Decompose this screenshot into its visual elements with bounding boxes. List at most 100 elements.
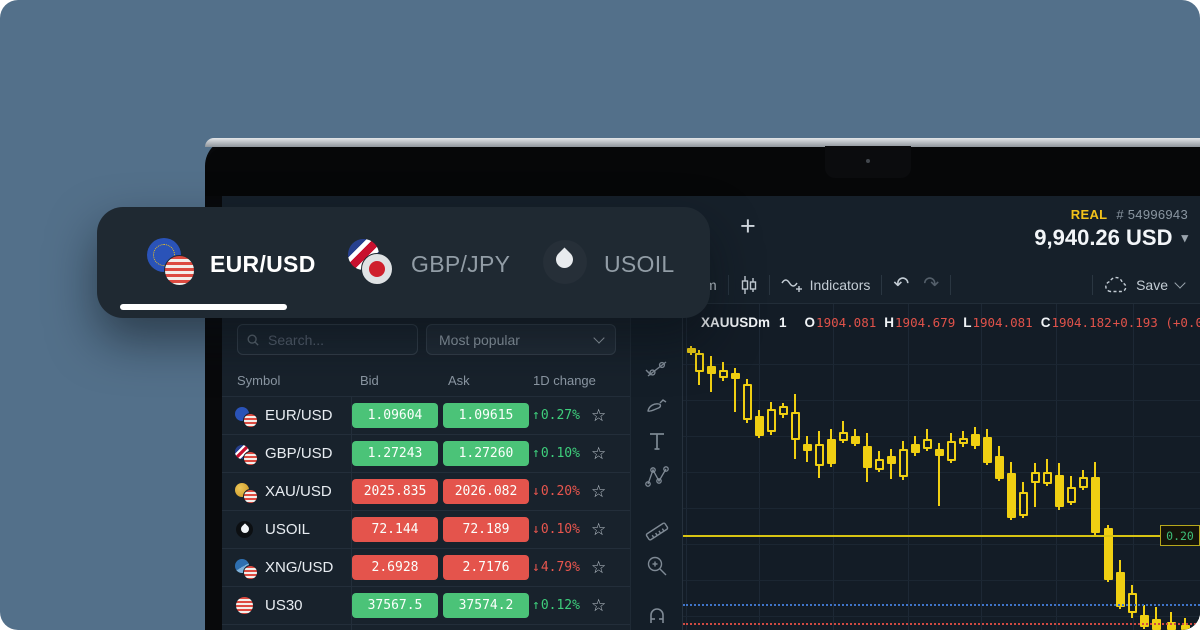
- candle-wick: [710, 356, 712, 392]
- add-chart-tab-button[interactable]: +: [734, 212, 762, 241]
- ask-price-button[interactable]: 1.27260: [443, 441, 529, 466]
- save-layout-button[interactable]: Save: [1104, 276, 1184, 293]
- watchlist-row-xng-usd[interactable]: XNG/USD 2.6928 2.7176 ↓4.79% ☆: [222, 548, 630, 586]
- candle: [887, 456, 896, 464]
- indicators-button[interactable]: Indicators: [781, 276, 871, 294]
- camera-notch: [825, 146, 911, 178]
- chart-type-candles-button[interactable]: [740, 275, 758, 295]
- candle: [815, 444, 824, 466]
- symbol-name: XAU/USD: [265, 483, 332, 500]
- ask-price-button[interactable]: 37574.2: [443, 593, 529, 618]
- account-selector[interactable]: REAL # 54996943 9,940.26 USD ▾: [1034, 207, 1188, 251]
- candle: [923, 439, 932, 449]
- candlestick-icon: [740, 275, 758, 295]
- symbol-name: XNG/USD: [265, 559, 333, 576]
- toolbar-divider: [769, 275, 770, 295]
- gridline: [683, 472, 1200, 473]
- daily-change: ↑0.10%: [532, 435, 580, 472]
- low-value: 1904.081: [972, 315, 1032, 330]
- candle: [827, 439, 836, 464]
- bid-price-button[interactable]: 72.144: [352, 517, 438, 542]
- candle: [767, 409, 776, 432]
- candle: [1019, 492, 1028, 516]
- favorite-star-icon[interactable]: ☆: [591, 435, 606, 472]
- symbol-name: US30: [265, 597, 303, 614]
- pattern-tool[interactable]: [644, 463, 670, 489]
- symbol-name: GBP/USD: [265, 445, 333, 462]
- bid-price-button[interactable]: 2025.835: [352, 479, 438, 504]
- ask-price-button[interactable]: 1.09615: [443, 403, 529, 428]
- redo-button[interactable]: ↷: [923, 273, 939, 296]
- candle: [1031, 472, 1040, 483]
- watchlist-row-us30[interactable]: US30 37567.5 37574.2 ↑0.12% ☆: [222, 586, 630, 624]
- candle: [743, 384, 752, 420]
- watchlist-row-usoil[interactable]: USOIL 72.144 72.189 ↓0.10% ☆: [222, 510, 630, 548]
- candle: [947, 441, 956, 461]
- ask-price-button[interactable]: 2.7176: [443, 555, 529, 580]
- candlestick-chart[interactable]: XAUUSDm1O1904.081H1904.679L1904.081C1904…: [682, 304, 1200, 630]
- search-input[interactable]: [266, 331, 408, 349]
- gridline: [981, 304, 982, 630]
- chevron-down-icon: [1174, 277, 1185, 288]
- favorite-star-icon[interactable]: ☆: [591, 511, 606, 548]
- indicator-wave-icon: [781, 276, 803, 294]
- watchlist-row-eur-usd[interactable]: EUR/USD 1.09604 1.09615 ↑0.27% ☆: [222, 396, 630, 434]
- toolbar-divider: [1092, 275, 1093, 295]
- watchlist-panel: Most popular Symbol Bid Ask 1D change EU…: [222, 304, 630, 630]
- filter-selected-value: Most popular: [439, 332, 520, 348]
- chart-symbol: XAUUSDm: [701, 315, 770, 330]
- symbol-name: USOIL: [265, 521, 310, 538]
- ask-price-button[interactable]: 2026.082: [443, 479, 529, 504]
- favorite-star-icon[interactable]: ☆: [591, 473, 606, 510]
- bid-price-button[interactable]: 1.27243: [352, 441, 438, 466]
- watchlist-row-gbp-usd[interactable]: GBP/USD 1.27243 1.27260 ↑0.10% ☆: [222, 434, 630, 472]
- yellow-level-line[interactable]: [683, 535, 1200, 537]
- watchlist-row-xau-usd[interactable]: XAU/USD 2025.835 2026.082 ↓0.20% ☆: [222, 472, 630, 510]
- category-filter-dropdown[interactable]: Most popular: [426, 324, 616, 355]
- watchlist-row[interactable]: [222, 624, 630, 630]
- bid-price-button[interactable]: 2.6928: [352, 555, 438, 580]
- candle: [1116, 572, 1125, 607]
- laptop-bezel: [205, 147, 1200, 196]
- favorite-star-icon[interactable]: ☆: [591, 587, 606, 624]
- candle: [875, 459, 884, 470]
- chevron-down-icon: [593, 332, 604, 343]
- gridline: [1133, 304, 1134, 630]
- gridline: [1056, 304, 1057, 630]
- account-number: # 54996943: [1116, 207, 1188, 222]
- column-ask: Ask: [448, 373, 470, 388]
- favorite-star-icon[interactable]: ☆: [591, 549, 606, 586]
- bid-price-button[interactable]: 37567.5: [352, 593, 438, 618]
- gridline: [683, 364, 1200, 365]
- daily-change: ↓4.79%: [532, 549, 580, 586]
- candle: [935, 449, 944, 456]
- candle: [731, 373, 740, 379]
- red-dotted-line: [683, 623, 1200, 625]
- gbp-jpy-flags-icon: [348, 240, 396, 288]
- gridline: [683, 508, 1200, 509]
- high-value: 1904.679: [895, 315, 955, 330]
- zoom-in-tool[interactable]: [644, 553, 670, 579]
- text-tool[interactable]: [644, 428, 670, 454]
- ruler-tool[interactable]: [644, 518, 670, 544]
- trend-line-tool[interactable]: [644, 356, 670, 382]
- search-box[interactable]: [237, 324, 418, 355]
- tab-usoil[interactable]: USOIL: [543, 240, 675, 288]
- tab-eur-usd[interactable]: EUR/USD: [147, 240, 316, 288]
- bid-price-button[interactable]: 1.09604: [352, 403, 438, 428]
- main-area: Most popular Symbol Bid Ask 1D change EU…: [222, 304, 1200, 630]
- gridline: [683, 616, 1200, 617]
- tab-gbp-jpy[interactable]: GBP/JPY: [348, 240, 510, 288]
- gridline: [833, 304, 834, 630]
- oil-drop-icon: [543, 240, 591, 288]
- magnet-tool[interactable]: [644, 602, 670, 628]
- favorite-star-icon[interactable]: ☆: [591, 397, 606, 434]
- page-background: + REAL # 54996943 9,940.26 USD ▾ m: [0, 0, 1200, 630]
- candle: [1055, 475, 1064, 507]
- ask-price-button[interactable]: 72.189: [443, 517, 529, 542]
- undo-button[interactable]: ↶: [893, 273, 909, 296]
- column-1d-change: 1D change: [533, 373, 596, 388]
- laptop-rim: [205, 138, 1200, 147]
- chart-timeframe: 1: [779, 315, 787, 330]
- brush-tool[interactable]: [644, 393, 670, 419]
